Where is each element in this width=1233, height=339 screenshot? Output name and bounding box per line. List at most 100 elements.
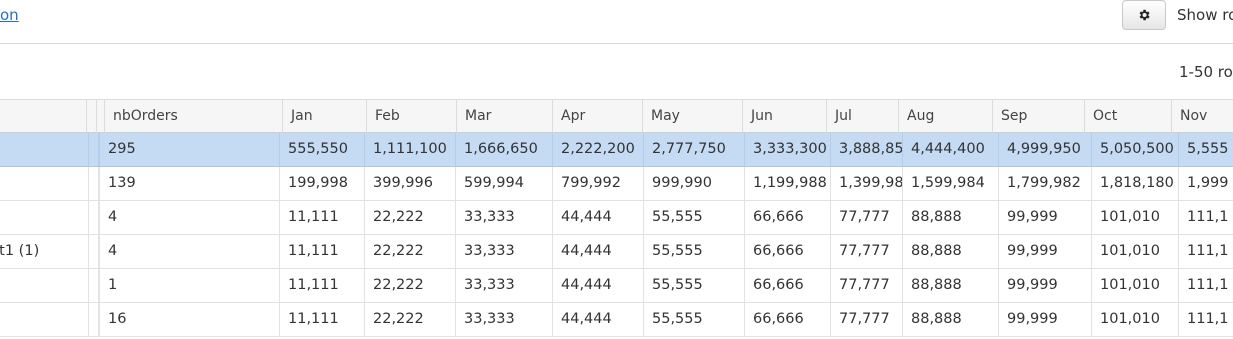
row-spacer	[88, 133, 98, 166]
table-cell-jul: 1,399,986	[830, 167, 902, 200]
table-cell-oct: 1,818,180	[1091, 167, 1178, 200]
row-spacer	[88, 235, 98, 268]
table-cell-sep: 99,999	[998, 269, 1091, 302]
table-cell-jan: 555,550	[279, 133, 364, 166]
table-cell-may: 55,555	[643, 235, 744, 268]
table-cell-nov: 111,1	[1178, 303, 1233, 336]
table-cell-sep: 4,999,950	[998, 133, 1091, 166]
table-cell-nborders: 295	[99, 133, 279, 166]
table-cell-aug: 88,888	[902, 235, 998, 268]
table-cell-jan: 11,111	[279, 201, 364, 234]
table-cell-jan: 11,111	[279, 303, 364, 336]
table-cell-apr: 44,444	[552, 235, 643, 268]
table-cell-jul: 77,777	[830, 235, 902, 268]
table-cell-oct: 101,010	[1091, 201, 1178, 234]
row-label	[0, 133, 86, 166]
table-cell-oct: 5,050,500	[1091, 133, 1178, 166]
column-header-may[interactable]: May	[642, 100, 742, 133]
row-label	[0, 269, 86, 302]
table-cell-jun: 66,666	[744, 235, 830, 268]
table-cell-oct: 101,010	[1091, 269, 1178, 302]
column-header-jan[interactable]: Jan	[282, 100, 366, 133]
table-cell-feb: 1,111,100	[364, 133, 455, 166]
table-cell-mar: 1,666,650	[455, 133, 552, 166]
row-label	[0, 167, 86, 200]
table-cell-jun: 66,666	[744, 303, 830, 336]
table-cell-nov: 1,999	[1178, 167, 1233, 200]
settings-button[interactable]	[1122, 0, 1166, 30]
table-cell-aug: 4,444,400	[902, 133, 998, 166]
table-cell-apr: 2,222,200	[552, 133, 643, 166]
table-cell-nborders: 16	[99, 303, 279, 336]
row-label	[0, 201, 86, 234]
column-header-nov[interactable]: Nov	[1171, 100, 1233, 133]
table-cell-jan: 11,111	[279, 269, 364, 302]
row-label	[0, 303, 86, 336]
table-cell-mar: 33,333	[455, 201, 552, 234]
table-row[interactable]: 4 11,111 22,222 33,333 44,444 55,555 66,666 77,…	[0, 201, 1233, 235]
row-spacer	[88, 167, 98, 200]
table-cell-may: 999,990	[643, 167, 744, 200]
table-cell-nborders: 139	[99, 167, 279, 200]
table-cell-may: 55,555	[643, 201, 744, 234]
table-cell-sep: 99,999	[998, 303, 1091, 336]
column-header-aug[interactable]: Aug	[898, 100, 992, 133]
row-count-label: 1-50 rov	[1179, 63, 1233, 81]
table-cell-apr: 799,992	[552, 167, 643, 200]
table-cell-nov: 111,1	[1178, 269, 1233, 302]
top-link[interactable]: on	[0, 6, 19, 24]
row-label: uct1 (1)	[0, 235, 86, 268]
table-cell-apr: 44,444	[552, 269, 643, 302]
table-row[interactable]: 16 11,111 22,222 33,333 44,444 55,555 66,666 77…	[0, 303, 1233, 337]
table-cell-jul: 77,777	[830, 269, 902, 302]
table-row[interactable]: uct1 (1) 411,11122,22233,33344,44455,5556…	[0, 235, 1233, 269]
show-rows-label[interactable]: Show ro	[1177, 6, 1233, 24]
table-cell-feb: 22,222	[364, 269, 455, 302]
table-cell-jun: 66,666	[744, 269, 830, 302]
table-cell-jan: 11,111	[279, 235, 364, 268]
column-header-mar[interactable]: Mar	[456, 100, 552, 133]
row-spacer	[88, 201, 98, 234]
table-cell-feb: 399,996	[364, 167, 455, 200]
table-cell-nov: 5,555	[1178, 133, 1233, 166]
column-header-jul[interactable]: Jul	[826, 100, 898, 133]
table-cell-sep: 99,999	[998, 201, 1091, 234]
column-header-apr[interactable]: Apr	[552, 100, 642, 133]
table-cell-jul: 3,888,850	[830, 133, 902, 166]
header-spacer	[86, 100, 96, 133]
table-row[interactable]: 1 11,111 22,222 33,333 44,444 55,555 66,666 77,…	[0, 269, 1233, 303]
table-cell-may: 55,555	[643, 269, 744, 302]
data-grid: nbOrders Jan Feb Mar Apr May Jun Jul Aug Sep Oct No…	[0, 99, 1233, 337]
table-cell-sep: 99,999	[998, 235, 1091, 268]
table-cell-mar: 33,333	[455, 269, 552, 302]
row-spacer	[88, 269, 98, 302]
table-cell-nborders: 4	[99, 235, 279, 268]
table-cell-jul: 77,777	[830, 303, 902, 336]
column-header-jun[interactable]: Jun	[742, 100, 826, 133]
row-spacer	[88, 303, 98, 336]
table-cell-feb: 22,222	[364, 303, 455, 336]
table-cell-jan: 199,998	[279, 167, 364, 200]
table-cell-mar: 33,333	[455, 303, 552, 336]
table-cell-aug: 88,888	[902, 269, 998, 302]
table-cell-may: 2,777,750	[643, 133, 744, 166]
table-cell-feb: 22,222	[364, 201, 455, 234]
divider	[0, 43, 1233, 44]
table-row[interactable]: 295 555,550 1,111,100 1,666,650 2,222,200 2,7…	[0, 133, 1233, 167]
gear-icon	[1139, 9, 1150, 21]
table-cell-nov: 111,1	[1178, 201, 1233, 234]
table-row[interactable]: 139 199,998 399,996 599,994 799,992 999,990 1,…	[0, 167, 1233, 201]
table-cell-jun: 3,333,300	[744, 133, 830, 166]
column-header-nborders[interactable]: nbOrders	[104, 100, 282, 133]
column-header-oct[interactable]: Oct	[1084, 100, 1171, 133]
grid-header: nbOrders Jan Feb Mar Apr May Jun Jul Aug Sep Oct No…	[0, 99, 1233, 133]
table-cell-apr: 44,444	[552, 201, 643, 234]
table-cell-nov: 111,1	[1178, 235, 1233, 268]
table-cell-jun: 66,666	[744, 201, 830, 234]
table-cell-feb: 22,222	[364, 235, 455, 268]
column-header-sep[interactable]: Sep	[992, 100, 1084, 133]
column-header-feb[interactable]: Feb	[366, 100, 456, 133]
table-cell-aug: 88,888	[902, 303, 998, 336]
table-cell-apr: 44,444	[552, 303, 643, 336]
table-cell-oct: 101,010	[1091, 235, 1178, 268]
